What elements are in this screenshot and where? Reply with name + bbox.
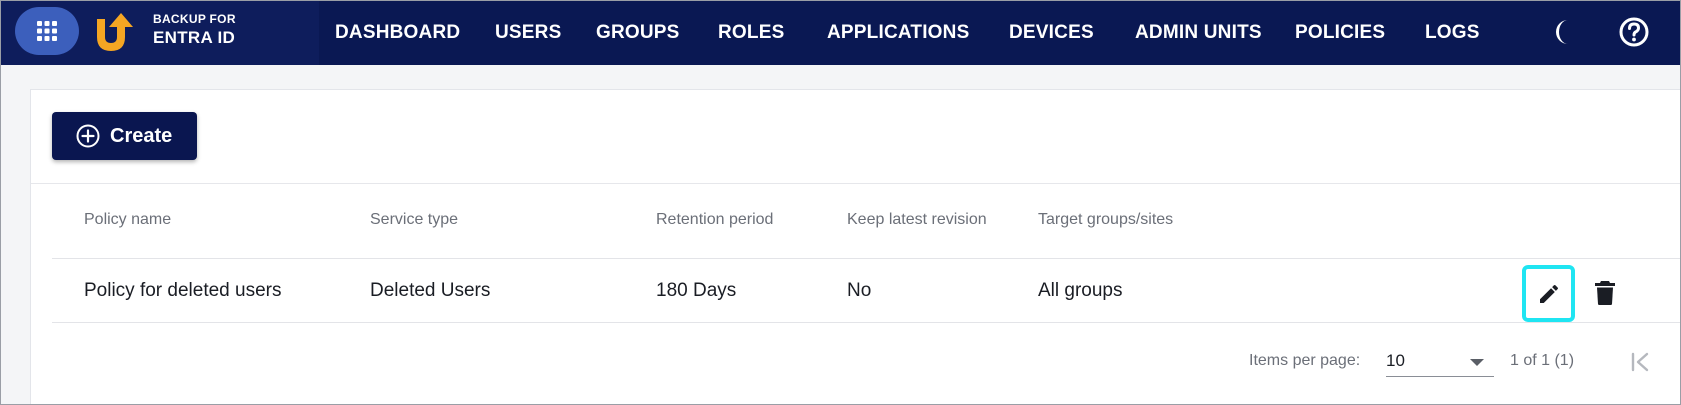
- backup-logo-icon: [97, 13, 133, 51]
- pencil-icon: [1539, 284, 1558, 303]
- nav-groups[interactable]: GROUPS: [596, 21, 680, 45]
- column-header-keep-latest-revision[interactable]: Keep latest revision: [847, 211, 987, 229]
- column-header-service-type[interactable]: Service type: [370, 211, 458, 229]
- nav-logs[interactable]: LOGS: [1425, 21, 1480, 45]
- pagination-range: 1 of 1 (1): [1510, 352, 1575, 369]
- brand-name: BACKUP FOR ENTRA ID: [153, 13, 236, 46]
- nav-roles[interactable]: ROLES: [718, 21, 784, 45]
- brand-line-1: BACKUP FOR: [153, 12, 236, 26]
- create-button[interactable]: Create: [52, 112, 197, 160]
- row-divider: [52, 322, 1681, 323]
- app-launcher-button[interactable]: [15, 7, 79, 55]
- cell-keep-latest-revision: No: [847, 280, 872, 301]
- edit-policy-button[interactable]: [1522, 265, 1575, 322]
- cell-service-type: Deleted Users: [370, 280, 491, 301]
- nav-admin-units[interactable]: ADMIN UNITS: [1135, 21, 1262, 45]
- chevron-down-icon: [1470, 359, 1484, 366]
- moon-icon[interactable]: [1555, 17, 1585, 47]
- items-per-page-select[interactable]: 10: [1386, 347, 1494, 377]
- items-per-page-label: Items per page:: [1249, 352, 1361, 369]
- top-navigation-bar: BACKUP FOR ENTRA ID DASHBOARD USERS GROU…: [1, 1, 1680, 65]
- trash-icon: [1595, 281, 1615, 305]
- header-row-divider: [52, 258, 1681, 259]
- nav-dashboard[interactable]: DASHBOARD: [335, 21, 460, 45]
- apps-grid-icon: [37, 21, 57, 41]
- delete-policy-button[interactable]: [1591, 278, 1619, 308]
- cell-policy-name: Policy for deleted users: [84, 280, 282, 301]
- nav-policies[interactable]: POLICIES: [1295, 21, 1385, 45]
- column-header-retention-period[interactable]: Retention period: [656, 211, 773, 229]
- items-per-page-value: 10: [1386, 351, 1405, 370]
- nav-users[interactable]: USERS: [495, 21, 561, 45]
- column-header-target-groups[interactable]: Target groups/sites: [1038, 211, 1173, 229]
- create-button-label: Create: [110, 124, 173, 147]
- nav-applications[interactable]: APPLICATIONS: [827, 21, 969, 45]
- help-icon[interactable]: [1618, 16, 1650, 48]
- cell-target-groups: All groups: [1038, 280, 1123, 301]
- brand-line-2: ENTRA ID: [153, 28, 236, 47]
- toolbar-divider: [31, 183, 1681, 184]
- column-header-policy-name[interactable]: Policy name: [84, 211, 171, 229]
- plus-circle-icon: [76, 124, 100, 148]
- nav-devices[interactable]: DEVICES: [1009, 21, 1094, 45]
- cell-retention-period: 180 Days: [656, 280, 737, 301]
- first-page-icon[interactable]: [1628, 350, 1652, 374]
